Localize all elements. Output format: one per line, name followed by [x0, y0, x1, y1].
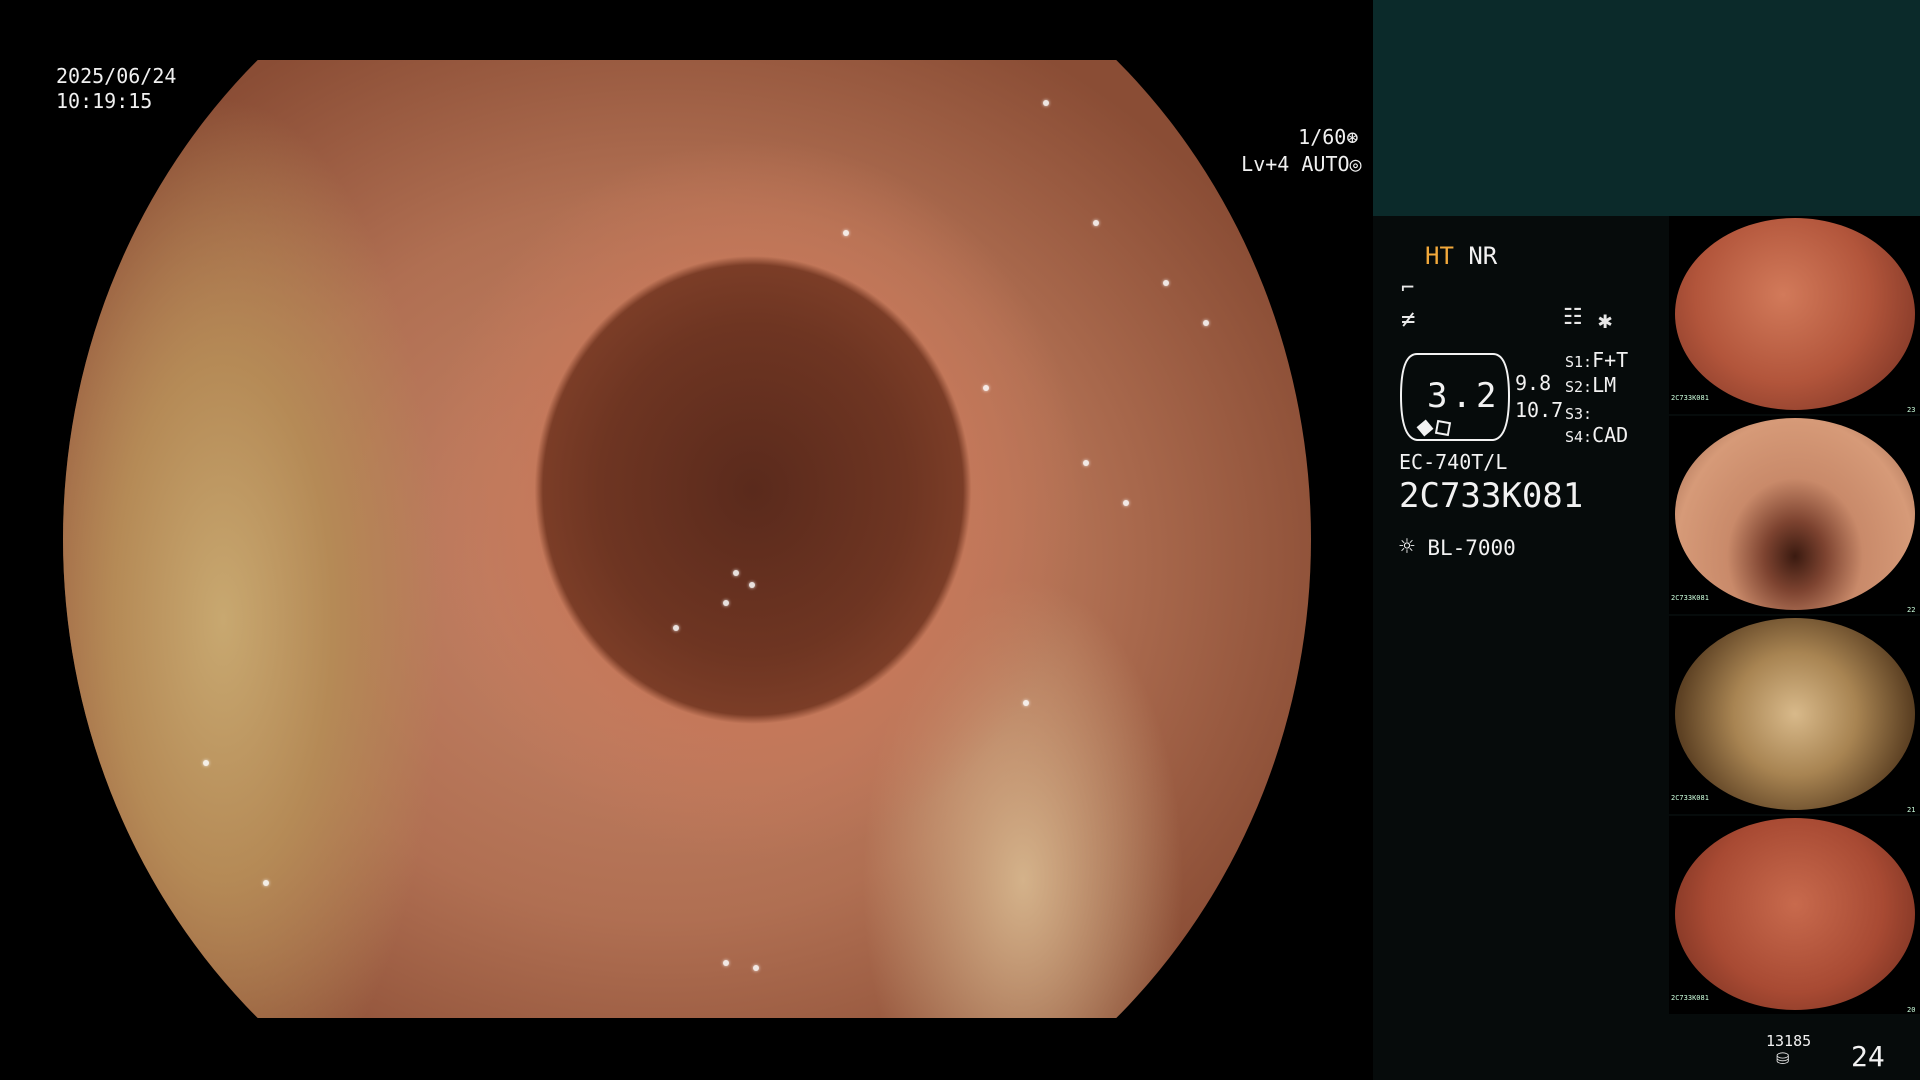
- ht-indicator: HT: [1425, 242, 1454, 270]
- scope-serial: 2C733K081: [1399, 476, 1584, 516]
- thumbnail-index: 22: [1907, 606, 1916, 614]
- switch-key: S2:: [1565, 378, 1593, 396]
- thumbnail[interactable]: 2C733K081 22: [1669, 416, 1920, 614]
- thumbnail-image: [1675, 418, 1915, 610]
- bubble: [1093, 220, 1099, 226]
- thumbnail-index: 21: [1907, 806, 1916, 814]
- capture-thumbnails: 2C733K081 23 2C733K081 22 2C733K081 21 2…: [1669, 216, 1920, 1016]
- side-panel: HT NR ⌐ ≠ ☷ ✱ 3.2 9.8 10.7 S1:F+T S2:LM …: [1373, 0, 1920, 1080]
- bubble: [673, 625, 679, 631]
- date-label: 2025/06/24: [56, 64, 177, 88]
- thumbnail-serial: 2C733K081: [1671, 594, 1709, 602]
- thumbnail-serial: 2C733K081: [1671, 394, 1709, 402]
- bubble: [753, 965, 759, 971]
- bubble: [723, 960, 729, 966]
- page-number: 24: [1851, 1040, 1885, 1073]
- scope-model: EC-740T/L: [1399, 450, 1508, 474]
- thumbnail[interactable]: 2C733K081 21: [1669, 616, 1920, 814]
- enhance-icon: ⌐: [1401, 276, 1415, 301]
- endoscope-main-view: 2025/06/24 10:19:15 1/60⊛ Lv+4 AUTO◎: [0, 0, 1373, 1080]
- bubble: [733, 570, 739, 576]
- switch-s4: S4:CAD: [1565, 423, 1628, 447]
- switch-s1: S1:F+T: [1565, 348, 1628, 372]
- thumbnail-serial: 2C733K081: [1671, 994, 1709, 1002]
- switch-value: LM: [1592, 373, 1617, 397]
- storage-icon: ⛁: [1776, 1049, 1790, 1068]
- thumbnail[interactable]: 2C733K081 23: [1669, 216, 1920, 414]
- thumbnail-index: 20: [1907, 1006, 1916, 1014]
- nr-indicator: NR: [1468, 242, 1498, 270]
- bubble: [1043, 100, 1049, 106]
- thumbnail-image: [1675, 618, 1915, 810]
- capture-count: 13185: [1766, 1032, 1812, 1050]
- bubble: [1203, 320, 1209, 326]
- mode-row: HT NR: [1425, 242, 1497, 270]
- settings-list-icon: ☷: [1563, 305, 1583, 330]
- bubble: [1163, 280, 1169, 286]
- switch-key: S1:: [1565, 353, 1593, 371]
- contrast-icon: ≠: [1401, 305, 1416, 333]
- time-label: 10:19:15: [56, 89, 153, 113]
- thumbnail-serial: 2C733K081: [1671, 794, 1709, 802]
- bubble: [843, 230, 849, 236]
- bubble: [263, 880, 269, 886]
- asterisk-icon: ✱: [1598, 306, 1613, 334]
- bubble: [1083, 460, 1089, 466]
- thumbnail-index: 23: [1907, 406, 1916, 414]
- bubble: [983, 385, 989, 391]
- light-source-row: ☼ BL-7000: [1399, 532, 1516, 562]
- thumbnail-image: [1675, 818, 1915, 1010]
- zoom-value: 3.2: [1427, 376, 1501, 416]
- thumbnail[interactable]: 2C733K081 20: [1669, 816, 1920, 1014]
- bubble: [723, 600, 729, 606]
- thumbnail-image: [1675, 218, 1915, 410]
- switch-s3: S3:: [1565, 400, 1592, 424]
- switch-value: CAD: [1592, 423, 1629, 447]
- value-b: 10.7: [1515, 398, 1564, 422]
- bubble: [1123, 500, 1129, 506]
- auto-icon: ◎: [1349, 152, 1362, 176]
- light-source-icon: ☼: [1399, 532, 1415, 562]
- level-label: Lv+4 AUTO◎: [1193, 127, 1362, 202]
- switch-value: F+T: [1592, 348, 1629, 372]
- switch-s2: S2:LM: [1565, 373, 1616, 397]
- value-a: 9.8: [1515, 371, 1552, 395]
- bubble: [749, 582, 755, 588]
- light-source-label: BL-7000: [1427, 536, 1516, 560]
- panel-header: [1373, 0, 1920, 216]
- bubble: [1023, 700, 1029, 706]
- level-value: Lv+4 AUTO: [1241, 152, 1350, 176]
- bubble: [203, 760, 209, 766]
- switch-key: S3:: [1565, 405, 1593, 423]
- endoscopic-image: [63, 60, 1311, 1018]
- switch-key: S4:: [1565, 428, 1593, 446]
